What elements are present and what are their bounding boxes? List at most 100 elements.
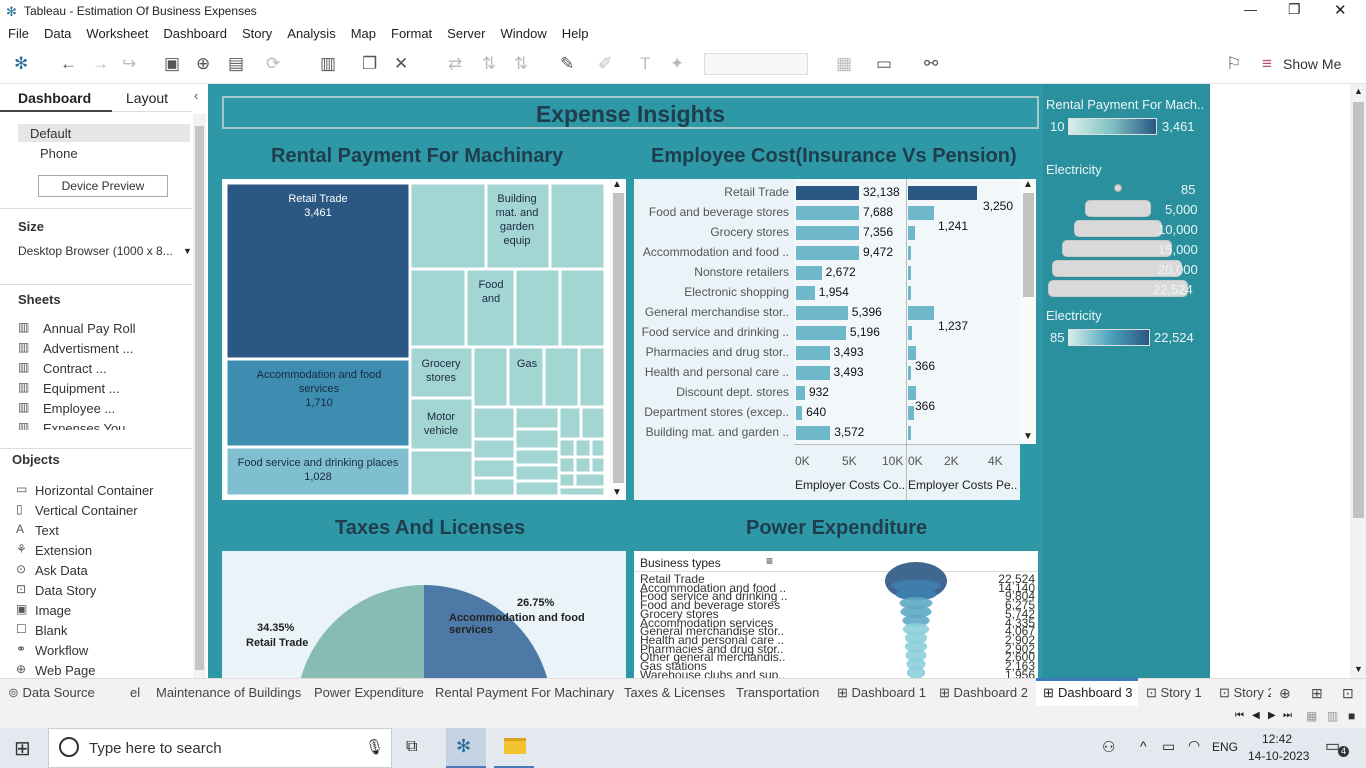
tab-layout[interactable]: Layout bbox=[112, 84, 192, 112]
device-preview-button[interactable]: Device Preview bbox=[38, 175, 168, 197]
format-painter-icon[interactable]: ⚐ bbox=[1226, 54, 1241, 74]
object-item[interactable]: ☐ Blank bbox=[16, 622, 181, 640]
refresh-icon[interactable]: ⟳ bbox=[266, 54, 280, 74]
minimize-button[interactable]: — bbox=[1244, 2, 1257, 17]
duplicate-icon[interactable]: ❐ bbox=[362, 54, 377, 74]
close-button[interactable]: ✕ bbox=[1334, 1, 1347, 19]
taskbar-search[interactable]: Type here to search 🎙 bbox=[48, 728, 392, 768]
treemap-cell[interactable] bbox=[591, 439, 605, 457]
sheet-item[interactable]: ▥ Employee ... bbox=[18, 400, 188, 418]
sort-desc-icon[interactable]: ⇅ bbox=[514, 54, 528, 74]
treemap-cell[interactable] bbox=[560, 269, 605, 347]
insurance-bar[interactable] bbox=[796, 206, 859, 220]
treemap-cell[interactable] bbox=[575, 457, 591, 473]
pension-bar[interactable] bbox=[908, 286, 911, 300]
new-worksheet-icon[interactable]: ⊕ bbox=[1279, 685, 1291, 702]
new-worksheet-icon[interactable]: ▥ bbox=[320, 54, 336, 74]
menu-map[interactable]: Map bbox=[343, 24, 383, 41]
sheet-item[interactable]: ▥ Equipment ... bbox=[18, 380, 188, 398]
pension-bar[interactable] bbox=[908, 346, 916, 360]
pie-slice-retail[interactable] bbox=[296, 585, 424, 678]
treemap-cell[interactable] bbox=[559, 439, 575, 457]
tab-rental-payment[interactable]: Rental Payment For Machinary bbox=[435, 685, 614, 700]
menu-story[interactable]: Story bbox=[234, 24, 279, 41]
wifi-icon[interactable]: ◠ bbox=[1188, 737, 1200, 754]
new-datasource-icon[interactable]: ⊕ bbox=[196, 54, 210, 74]
clock-time[interactable]: 12:42 bbox=[1262, 732, 1292, 746]
menu-data[interactable]: Data bbox=[36, 24, 78, 41]
show-cards-icon[interactable]: ▦ bbox=[836, 54, 852, 74]
treemap-cell[interactable] bbox=[410, 450, 473, 496]
object-item[interactable]: ▣ Image bbox=[16, 602, 181, 620]
pension-bar[interactable] bbox=[908, 266, 911, 280]
pin-icon[interactable]: ✦ bbox=[670, 54, 684, 74]
collapse-icon[interactable]: ‹ bbox=[194, 88, 198, 103]
clock-date[interactable]: 14-10-2023 bbox=[1248, 749, 1309, 763]
show-me-button[interactable]: Show Me bbox=[1283, 56, 1341, 72]
insurance-bar[interactable] bbox=[796, 306, 848, 320]
pension-bar[interactable] bbox=[908, 386, 916, 400]
treemap-label-grocery[interactable]: Grocery stores bbox=[414, 357, 468, 385]
treemap-cell[interactable] bbox=[550, 183, 605, 269]
undo-icon[interactable]: ← bbox=[60, 54, 77, 74]
highlight-icon[interactable]: ✎ bbox=[560, 54, 574, 74]
rental-legend-gradient[interactable] bbox=[1068, 118, 1157, 135]
object-item[interactable]: ▭ Horizontal Container bbox=[16, 482, 181, 500]
nav-next-icon[interactable]: ▶ bbox=[1268, 710, 1276, 721]
microphone-icon[interactable]: 🎙 bbox=[365, 738, 384, 756]
pension-bar[interactable] bbox=[908, 326, 913, 340]
insurance-bar[interactable] bbox=[796, 266, 822, 280]
menu-dashboard[interactable]: Dashboard bbox=[155, 24, 234, 41]
treemap-cell[interactable] bbox=[473, 439, 515, 459]
tab-taxes[interactable]: Taxes & Licenses bbox=[624, 685, 725, 700]
insurance-bar[interactable] bbox=[796, 286, 815, 300]
tab-maintenance[interactable]: Maintenance of Buildings bbox=[156, 685, 301, 700]
sheet-item[interactable]: ▥ Annual Pay Roll bbox=[18, 320, 188, 338]
treemap-cell[interactable] bbox=[559, 457, 575, 473]
scroll-down-icon[interactable]: ▼ bbox=[1023, 431, 1033, 442]
new-story-icon[interactable]: ⊡ bbox=[1342, 685, 1354, 702]
treemap-cell[interactable] bbox=[410, 183, 486, 269]
treemap-label-retail[interactable]: Retail Trade 3,461 bbox=[227, 192, 409, 220]
redo-icon[interactable]: → bbox=[92, 54, 109, 74]
scroll-down-icon[interactable]: ▼ bbox=[1354, 664, 1363, 674]
show-me-icon[interactable]: ≡ bbox=[1262, 54, 1272, 74]
scrollbar-thumb[interactable] bbox=[195, 126, 204, 670]
menu-format[interactable]: Format bbox=[383, 24, 439, 41]
sort-asc-icon[interactable]: ⇅ bbox=[482, 54, 496, 74]
task-view-icon[interactable]: ⧉ bbox=[406, 738, 417, 756]
scroll-up-icon[interactable]: ▲ bbox=[1023, 179, 1033, 190]
object-item[interactable]: ⚘ Extension bbox=[16, 542, 181, 560]
fit-dropdown[interactable] bbox=[704, 53, 808, 75]
menu-worksheet[interactable]: Worksheet bbox=[78, 24, 155, 41]
insurance-bar[interactable] bbox=[796, 226, 859, 240]
treemap-cell[interactable] bbox=[515, 449, 559, 465]
scroll-up-icon[interactable]: ▲ bbox=[612, 179, 622, 190]
menu-help[interactable]: Help bbox=[554, 24, 596, 41]
treemap-cell[interactable] bbox=[575, 473, 605, 487]
tab-power-expenditure[interactable]: Power Expenditure bbox=[314, 685, 424, 700]
treemap-cell[interactable] bbox=[473, 459, 515, 478]
tab-transportation[interactable]: Transportation bbox=[736, 685, 819, 700]
treemap-cell[interactable] bbox=[473, 347, 508, 407]
treemap-cell[interactable] bbox=[515, 407, 559, 429]
page-scroll-thumb[interactable] bbox=[1353, 102, 1364, 518]
sheet-sorter-icon[interactable]: ▦ bbox=[1306, 709, 1317, 723]
menu-analysis[interactable]: Analysis bbox=[279, 24, 342, 41]
people-icon[interactable]: ⚇ bbox=[1102, 738, 1115, 756]
insurance-bar[interactable] bbox=[796, 186, 859, 200]
nav-first-icon[interactable]: ⏮ bbox=[1235, 710, 1244, 721]
pension-bar[interactable] bbox=[908, 206, 935, 220]
tab-story-2[interactable]: ⊡ Story 2 bbox=[1219, 685, 1271, 701]
treemap-cell[interactable] bbox=[579, 347, 605, 407]
employee-scroll-thumb[interactable] bbox=[1023, 193, 1034, 297]
insurance-bar[interactable] bbox=[796, 346, 830, 360]
treemap-scroll-thumb[interactable] bbox=[613, 193, 624, 483]
tab-dashboard-1[interactable]: ⊞ Dashboard 1 bbox=[837, 685, 926, 701]
scroll-up-icon[interactable]: ▲ bbox=[1354, 86, 1363, 96]
treemap-label-accommodation[interactable]: Accommodation and food services 1,710 bbox=[239, 368, 399, 410]
treemap-cell[interactable] bbox=[559, 487, 605, 496]
taskbar-explorer[interactable] bbox=[494, 728, 534, 768]
insurance-bar[interactable] bbox=[796, 386, 805, 400]
clear-sheet-icon[interactable]: ✕ bbox=[394, 54, 408, 74]
